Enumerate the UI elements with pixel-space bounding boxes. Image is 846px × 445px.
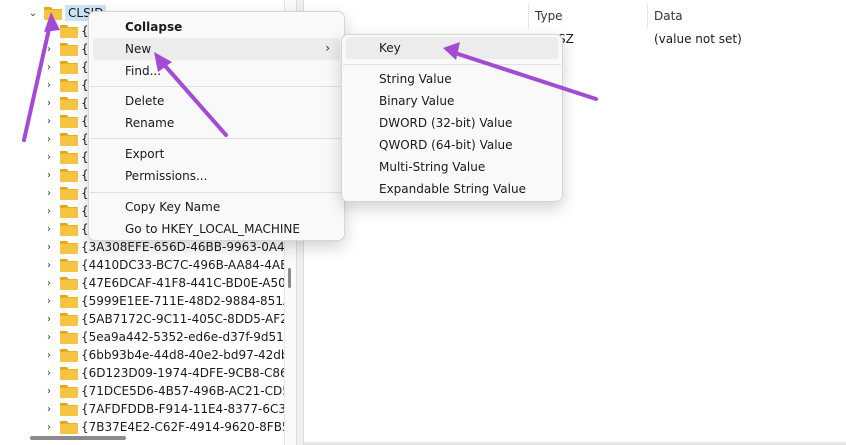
annotation-arrows [22, 12, 598, 142]
annotation-arrow-key [450, 50, 598, 101]
arrowhead [44, 12, 60, 32]
annotation-arrow-new [158, 58, 228, 137]
arrowhead [443, 42, 460, 60]
annotation-arrow-clsid [22, 18, 53, 142]
